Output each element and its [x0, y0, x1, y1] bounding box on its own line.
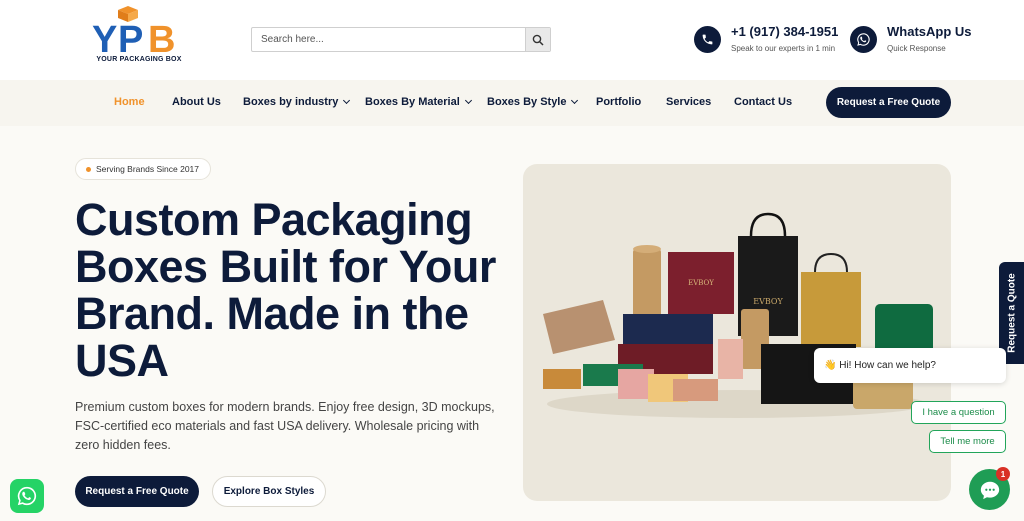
nav-item-contact[interactable]: Contact Us: [734, 96, 792, 108]
chevron-down-icon: [343, 96, 351, 105]
whatsapp-float-button[interactable]: [10, 479, 44, 513]
chevron-down-icon: [464, 96, 472, 105]
since-badge: Serving Brands Since 2017: [75, 158, 212, 180]
whatsapp-icon: [17, 486, 37, 506]
explore-box-styles-button[interactable]: Explore Box Styles: [212, 476, 326, 507]
top-bar: Y P B YOUR PACKAGING BOX +1 (917) 384-19…: [0, 0, 1024, 80]
request-quote-button[interactable]: Request a Free Quote: [826, 87, 951, 118]
svg-text:EVBOY: EVBOY: [753, 297, 783, 306]
hero-headline: Custom Packaging Boxes Built for Your Br…: [75, 194, 496, 386]
svg-text:P: P: [118, 19, 143, 58]
logo-graphic: Y P B: [92, 6, 175, 61]
whatsapp-icon: [850, 26, 877, 53]
search-button[interactable]: [525, 28, 550, 51]
chat-icon: [980, 481, 999, 499]
svg-text:B: B: [148, 19, 175, 58]
phone-icon: [694, 26, 721, 53]
whatsapp-contact[interactable]: WhatsApp Us Quick Response: [850, 24, 972, 53]
badge-dot-icon: [86, 167, 91, 172]
svg-text:Y: Y: [92, 19, 117, 58]
nav-item-boxes-by-material[interactable]: Boxes By Material: [365, 96, 472, 108]
phone-number: +1 (917) 384-1951: [731, 24, 839, 39]
phone-subtext: Speak to our experts in 1 min: [731, 44, 836, 53]
nav-item-services[interactable]: Services: [666, 96, 711, 108]
search-input[interactable]: [252, 28, 525, 51]
nav-item-portfolio[interactable]: Portfolio: [596, 96, 641, 108]
nav-item-boxes-by-style[interactable]: Boxes By Style: [487, 96, 579, 108]
chat-option-tell-me-more[interactable]: Tell me more: [929, 430, 1006, 453]
chevron-down-icon: [571, 96, 579, 105]
chat-greeting-bubble: 👋 Hi! How can we help?: [814, 348, 1006, 383]
phone-contact[interactable]: +1 (917) 384-1951 Speak to our experts i…: [694, 24, 838, 53]
nav-item-boxes-by-industry[interactable]: Boxes by industry: [243, 96, 351, 108]
nav-item-home[interactable]: Home: [114, 96, 145, 108]
search-bar: [251, 27, 551, 52]
whatsapp-subtext: Quick Response: [887, 44, 946, 53]
whatsapp-title: WhatsApp Us: [887, 24, 972, 39]
packaging-boxes-illustration: EVBOY EVBOY: [543, 212, 933, 418]
nav-item-about[interactable]: About Us: [172, 96, 221, 108]
hero-description: Premium custom boxes for modern brands. …: [75, 400, 495, 452]
logo-text: YOUR PACKAGING BOX: [96, 56, 182, 63]
site-logo[interactable]: Y P B YOUR PACKAGING BOX: [88, 6, 190, 70]
hero-product-image: EVBOY EVBOY: [523, 164, 951, 501]
chat-option-question[interactable]: I have a question: [911, 401, 1006, 424]
svg-text:EVBOY: EVBOY: [688, 279, 714, 287]
search-icon: [532, 34, 544, 46]
chat-unread-badge: 1: [996, 467, 1010, 481]
hero-request-quote-button[interactable]: Request a Free Quote: [75, 476, 199, 507]
